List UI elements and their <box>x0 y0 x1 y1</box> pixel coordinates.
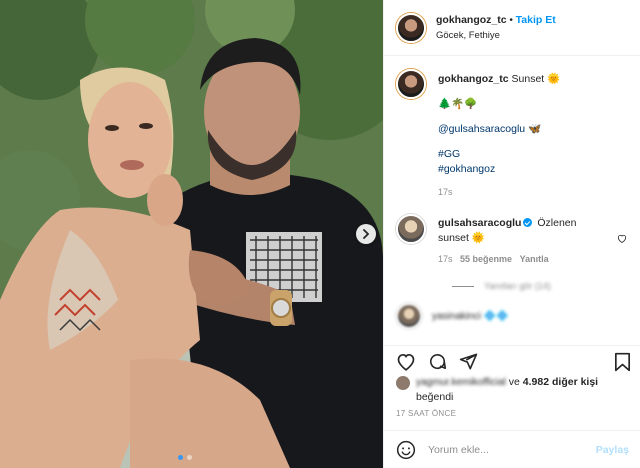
comment2-text: yasinakinci 💠💠 <box>432 310 509 322</box>
commenter-avatar[interactable] <box>396 214 426 244</box>
post-comment-button[interactable]: Paylaş <box>596 444 629 456</box>
action-bar <box>384 345 640 373</box>
comment-item-2: yasinakinci 💠💠 <box>396 303 629 329</box>
verified-icon <box>523 218 533 227</box>
author-avatar[interactable] <box>396 12 426 43</box>
post-timestamp[interactable]: 17 SAAT ÖNCE <box>396 409 456 418</box>
emoji-icon[interactable] <box>396 440 416 460</box>
commenter-username[interactable]: gulsahsaracoglu <box>438 217 521 229</box>
caption-emoji-line: 🌲🌴🌳 <box>438 98 478 110</box>
post-photo[interactable] <box>0 0 383 468</box>
caption-username[interactable]: gokhangoz_tc <box>438 73 509 85</box>
caption-time[interactable]: 17s <box>438 185 560 200</box>
likes-summary: yagmur.kemikofficial ve 4.982 diğer kişi… <box>396 375 631 405</box>
post-header: gokhangoz_tc • Takip Et Göcek, Fethiye <box>384 0 640 56</box>
reply-button[interactable]: Yanıtla <box>520 254 549 264</box>
comment-item: gulsahsaracoglu Özlenen sunset 🌞 17s 55 … <box>396 214 629 267</box>
likes-count[interactable]: 4.982 diğer kişi <box>523 376 598 388</box>
comment-time[interactable]: 17s <box>438 254 453 264</box>
likes-connector: ve <box>508 376 520 388</box>
likes-suffix: beğendi <box>416 391 454 403</box>
follow-button[interactable]: Takip Et <box>516 14 556 26</box>
comments-list[interactable]: gokhangoz_tc Sunset 🌞 🌲🌴🌳 @gulsahsaracog… <box>384 57 640 344</box>
carousel-dot-active <box>178 455 183 460</box>
carousel-dot <box>187 455 192 460</box>
view-replies-label[interactable]: Yanıtları gör (14) <box>484 281 551 291</box>
comment-like-heart-icon[interactable] <box>617 234 627 243</box>
comment-composer: Paylaş <box>384 430 640 468</box>
bookmark-icon[interactable] <box>614 352 631 372</box>
caption: gokhangoz_tc Sunset 🌞 🌲🌴🌳 @gulsahsaracog… <box>396 69 629 200</box>
carousel-indicator <box>178 455 192 460</box>
hashtag-gokhangoz[interactable]: #gokhangoz <box>438 162 560 177</box>
photo-illustration <box>0 0 383 468</box>
view-replies[interactable]: Yanıtları gör (14) <box>452 281 629 291</box>
chevron-right-icon <box>363 229 370 239</box>
commenter2-avatar[interactable] <box>396 303 422 329</box>
liker-avatar[interactable] <box>396 376 410 390</box>
caption-mention[interactable]: @gulsahsaracoglu 🦋 <box>438 122 560 137</box>
comment-likes[interactable]: 55 beğenme <box>460 254 512 264</box>
caption-text: Sunset 🌞 <box>511 73 561 85</box>
comment-input[interactable] <box>428 443 596 456</box>
heart-icon[interactable] <box>396 352 416 371</box>
header-separator: • <box>509 14 513 26</box>
share-icon[interactable] <box>459 352 478 371</box>
liker-username[interactable]: yagmur.kemikofficial <box>416 377 506 388</box>
caption-avatar[interactable] <box>396 69 426 99</box>
hashtag-gg[interactable]: #GG <box>438 147 560 162</box>
comment-icon[interactable] <box>428 352 447 371</box>
post-side-panel: gokhangoz_tc • Takip Et Göcek, Fethiye g… <box>383 0 640 468</box>
post-location[interactable]: Göcek, Fethiye <box>436 28 556 43</box>
author-username[interactable]: gokhangoz_tc <box>436 14 507 26</box>
next-slide-button[interactable] <box>356 224 376 244</box>
